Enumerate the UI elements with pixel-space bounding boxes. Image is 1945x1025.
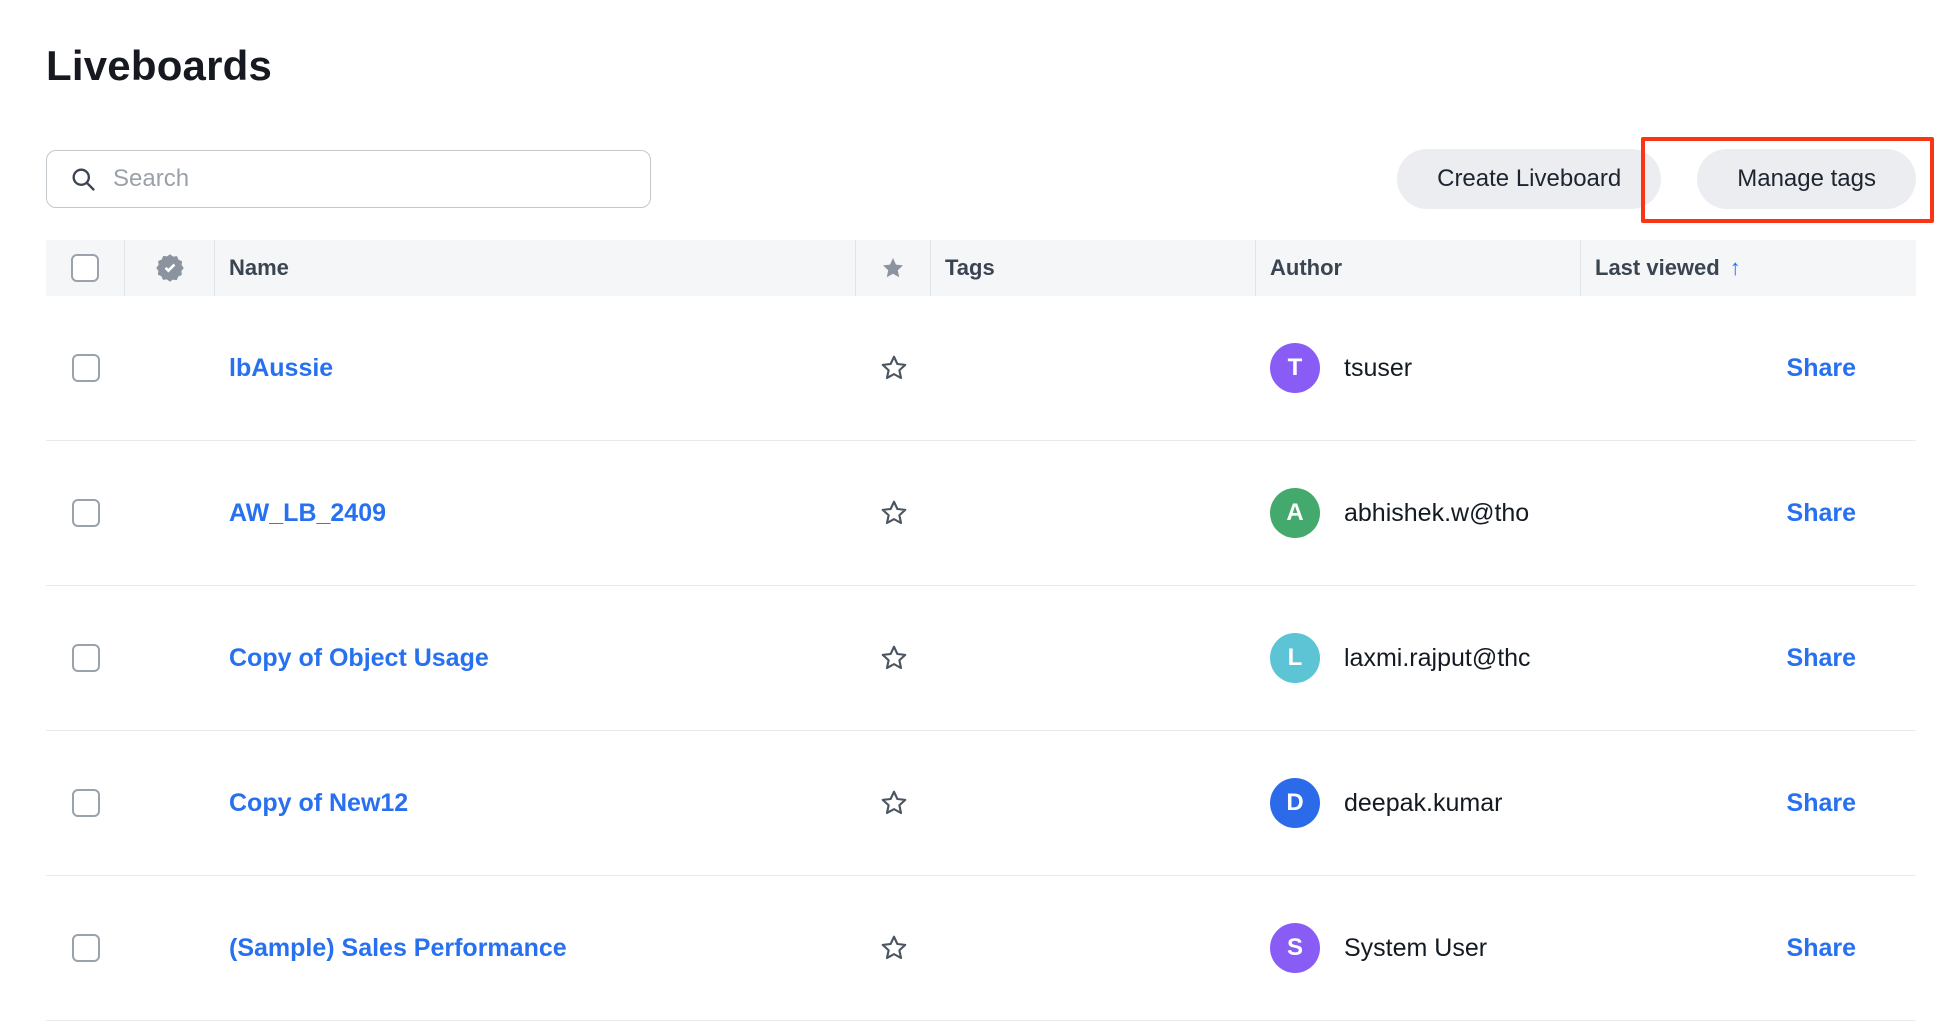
author-avatar: S bbox=[1270, 923, 1320, 973]
row-share-cell: Share bbox=[1581, 354, 1916, 383]
liveboard-name-link[interactable]: (Sample) Sales Performance bbox=[229, 934, 567, 963]
row-name-cell: lbAussie bbox=[215, 354, 856, 383]
header-checkbox-cell bbox=[46, 240, 125, 296]
row-checkbox[interactable] bbox=[72, 934, 100, 962]
author-name: deepak.kumar bbox=[1344, 789, 1502, 818]
row-favorite-cell bbox=[856, 643, 931, 673]
header-last-viewed[interactable]: Last viewed ↑ bbox=[1581, 240, 1916, 296]
author-name: tsuser bbox=[1344, 354, 1412, 383]
row-checkbox-cell bbox=[46, 789, 125, 817]
favorite-star-icon[interactable] bbox=[879, 788, 909, 818]
liveboards-table: Name Tags Author Last viewed ↑ bbox=[46, 240, 1916, 1021]
favorite-star-icon[interactable] bbox=[879, 643, 909, 673]
header-tags[interactable]: Tags bbox=[931, 240, 1256, 296]
header-author-label: Author bbox=[1270, 255, 1342, 281]
select-all-checkbox[interactable] bbox=[71, 254, 99, 282]
header-name-label: Name bbox=[229, 255, 289, 281]
avatar-initial: T bbox=[1288, 354, 1303, 382]
liveboards-page: Liveboards Create Liveboard Manage tags bbox=[0, 0, 1945, 1025]
header-last-viewed-label: Last viewed bbox=[1595, 255, 1720, 281]
table-row: AW_LB_2409 A abhishek.w@tho Share bbox=[46, 441, 1916, 586]
row-favorite-cell bbox=[856, 498, 931, 528]
row-share-cell: Share bbox=[1581, 789, 1916, 818]
create-liveboard-button[interactable]: Create Liveboard bbox=[1397, 149, 1661, 209]
table-body: lbAussie T tsuser Share AW_LB_2409 bbox=[46, 296, 1916, 1021]
row-name-cell: (Sample) Sales Performance bbox=[215, 934, 856, 963]
table-header-row: Name Tags Author Last viewed ↑ bbox=[46, 240, 1916, 296]
author-avatar: D bbox=[1270, 778, 1320, 828]
row-checkbox-cell bbox=[46, 934, 125, 962]
favorite-star-icon[interactable] bbox=[879, 353, 909, 383]
header-author[interactable]: Author bbox=[1256, 240, 1581, 296]
row-favorite-cell bbox=[856, 353, 931, 383]
liveboard-name-link[interactable]: Copy of New12 bbox=[229, 789, 408, 818]
row-author-cell: T tsuser bbox=[1256, 343, 1581, 393]
author-avatar: T bbox=[1270, 343, 1320, 393]
share-link[interactable]: Share bbox=[1787, 644, 1856, 673]
avatar-initial: L bbox=[1288, 644, 1303, 672]
share-link[interactable]: Share bbox=[1787, 934, 1856, 963]
header-tags-label: Tags bbox=[945, 255, 995, 281]
row-share-cell: Share bbox=[1581, 499, 1916, 528]
row-share-cell: Share bbox=[1581, 644, 1916, 673]
liveboard-name-link[interactable]: lbAussie bbox=[229, 354, 333, 383]
row-checkbox[interactable] bbox=[72, 789, 100, 817]
row-share-cell: Share bbox=[1581, 934, 1916, 963]
author-avatar: L bbox=[1270, 633, 1320, 683]
row-checkbox[interactable] bbox=[72, 644, 100, 672]
row-name-cell: Copy of Object Usage bbox=[215, 644, 856, 673]
author-avatar: A bbox=[1270, 488, 1320, 538]
favorite-star-icon[interactable] bbox=[879, 933, 909, 963]
search-input[interactable] bbox=[113, 165, 628, 193]
liveboard-name-link[interactable]: Copy of Object Usage bbox=[229, 644, 489, 673]
row-checkbox[interactable] bbox=[72, 499, 100, 527]
table-row: (Sample) Sales Performance S System User… bbox=[46, 876, 1916, 1021]
row-author-cell: D deepak.kumar bbox=[1256, 778, 1581, 828]
row-author-cell: S System User bbox=[1256, 923, 1581, 973]
avatar-initial: D bbox=[1286, 789, 1303, 817]
share-link[interactable]: Share bbox=[1787, 499, 1856, 528]
avatar-initial: A bbox=[1286, 499, 1303, 527]
header-verified-cell bbox=[125, 240, 215, 296]
row-checkbox[interactable] bbox=[72, 354, 100, 382]
toolbar: Create Liveboard Manage tags bbox=[46, 148, 1916, 210]
sort-ascending-icon[interactable]: ↑ bbox=[1730, 255, 1741, 281]
favorite-star-icon[interactable] bbox=[879, 498, 909, 528]
author-name: abhishek.w@tho bbox=[1344, 499, 1529, 528]
header-favorite[interactable] bbox=[856, 240, 931, 296]
row-favorite-cell bbox=[856, 788, 931, 818]
row-favorite-cell bbox=[856, 933, 931, 963]
row-name-cell: Copy of New12 bbox=[215, 789, 856, 818]
row-checkbox-cell bbox=[46, 499, 125, 527]
row-author-cell: A abhishek.w@tho bbox=[1256, 488, 1581, 538]
share-link[interactable]: Share bbox=[1787, 789, 1856, 818]
row-author-cell: L laxmi.rajput@thc bbox=[1256, 633, 1581, 683]
header-name[interactable]: Name bbox=[215, 240, 856, 296]
verified-badge-icon bbox=[155, 253, 185, 283]
share-link[interactable]: Share bbox=[1787, 354, 1856, 383]
table-row: Copy of New12 D deepak.kumar Share bbox=[46, 731, 1916, 876]
manage-tags-button[interactable]: Manage tags bbox=[1697, 149, 1916, 209]
search-icon bbox=[69, 165, 97, 193]
author-name: System User bbox=[1344, 934, 1487, 963]
row-checkbox-cell bbox=[46, 354, 125, 382]
star-icon bbox=[881, 256, 905, 280]
table-row: lbAussie T tsuser Share bbox=[46, 296, 1916, 441]
liveboard-name-link[interactable]: AW_LB_2409 bbox=[229, 499, 386, 528]
page-title: Liveboards bbox=[46, 42, 272, 90]
table-row: Copy of Object Usage L laxmi.rajput@thc … bbox=[46, 586, 1916, 731]
search-box[interactable] bbox=[46, 150, 651, 208]
author-name: laxmi.rajput@thc bbox=[1344, 644, 1531, 673]
row-name-cell: AW_LB_2409 bbox=[215, 499, 856, 528]
row-checkbox-cell bbox=[46, 644, 125, 672]
avatar-initial: S bbox=[1287, 934, 1303, 962]
